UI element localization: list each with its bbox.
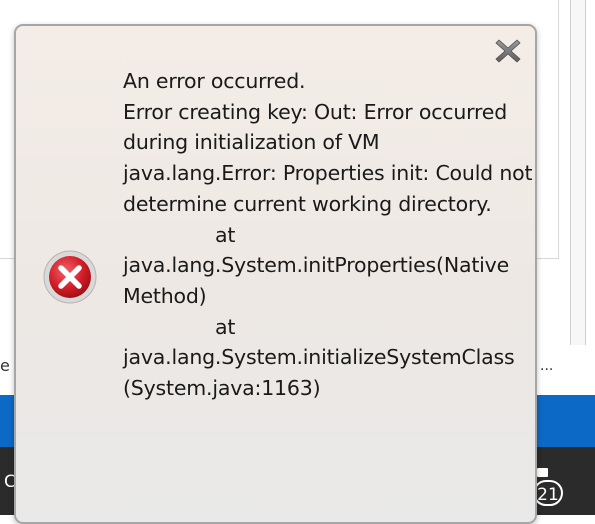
error-message: An error occurred. Error creating key: O… xyxy=(123,66,539,404)
notification-count-badge[interactable]: 21 xyxy=(533,480,563,506)
message-line: (System.java:1163) xyxy=(123,376,321,401)
message-line: An error occurred. xyxy=(123,69,306,93)
message-line: Error creating key: Out: Error occurred xyxy=(123,99,508,124)
message-line: java.lang.System.initializeSystemClass xyxy=(123,345,515,370)
message-line: at xyxy=(215,222,236,247)
message-line: during initialization of VM xyxy=(123,130,380,155)
error-icon xyxy=(42,249,98,305)
message-line: Method) xyxy=(123,283,207,308)
message-line: determine current working directory. xyxy=(123,191,492,216)
message-line: at xyxy=(215,314,236,339)
error-popup: An error occurred. Error creating key: O… xyxy=(14,24,537,524)
close-button[interactable] xyxy=(493,36,523,66)
close-icon xyxy=(495,39,521,63)
background-partial-text: e xyxy=(0,356,10,375)
message-line: java.lang.System.initProperties(Native xyxy=(123,253,510,278)
message-line: java.lang.Error: Properties init: Could … xyxy=(123,161,533,186)
background-ellipsis: ... xyxy=(540,358,554,374)
notification-icon xyxy=(537,468,548,477)
background-scrollbar[interactable] xyxy=(570,0,586,345)
